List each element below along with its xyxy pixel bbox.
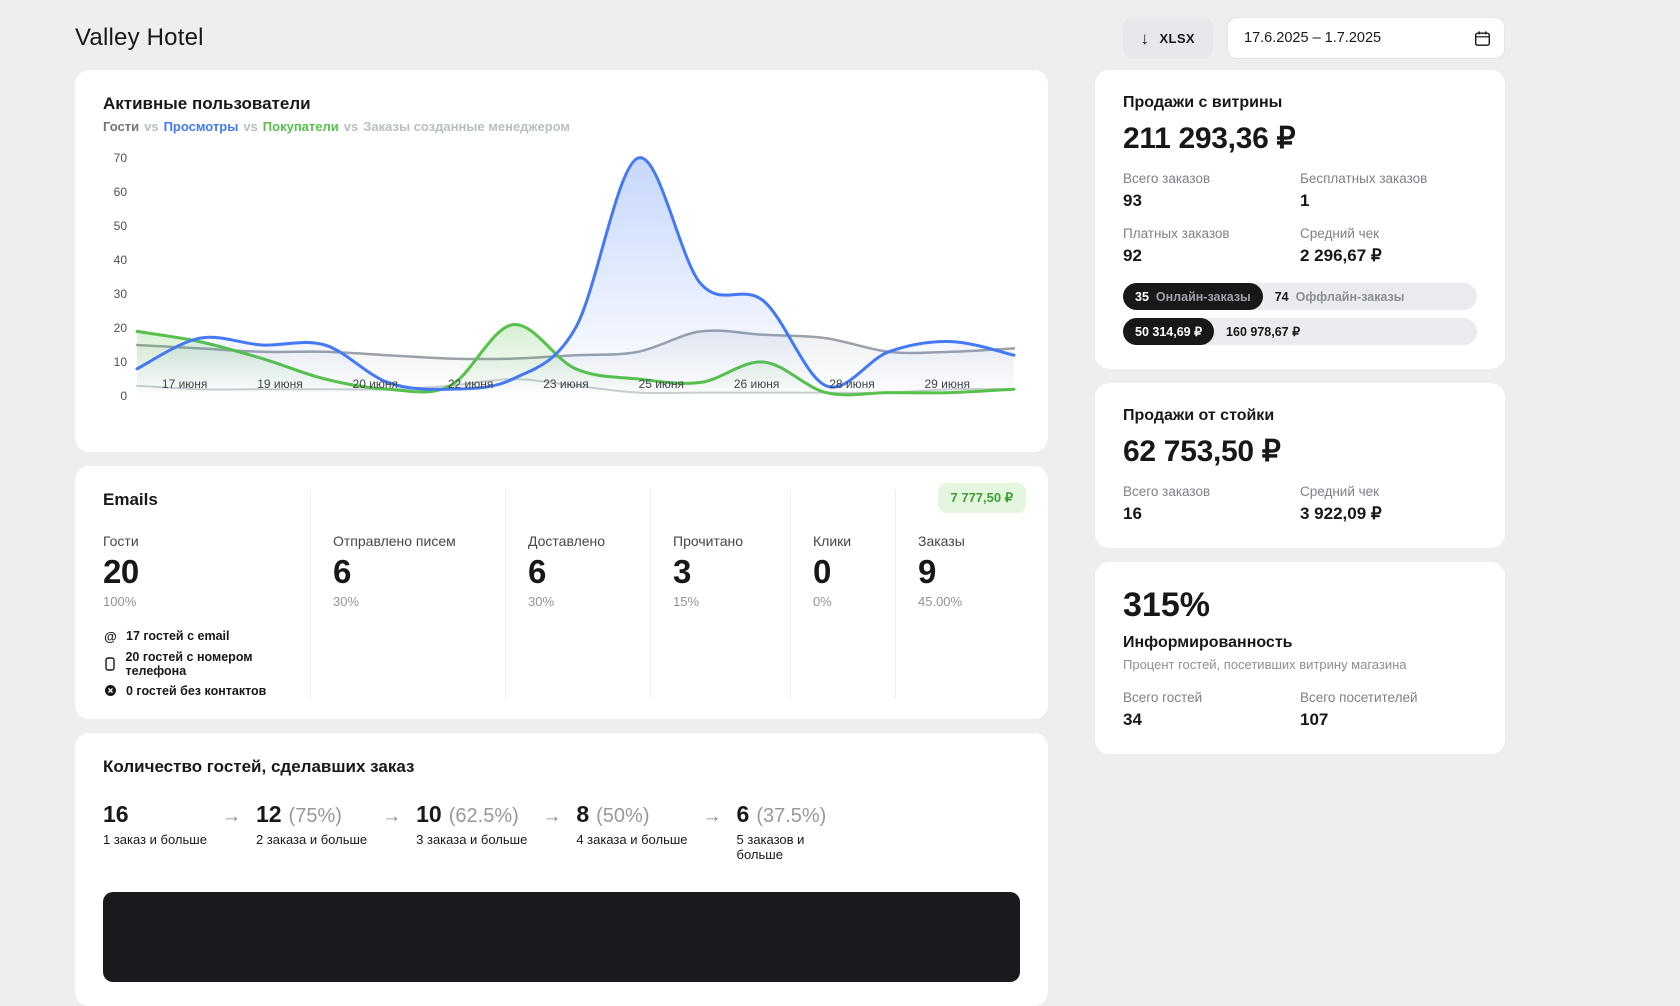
chart-legend: Гости vs Просмотры vs Покупатели vs Зака… [103,119,1020,134]
side-column: Продажи с витрины 211 293,36 ₽ Всего зак… [1095,70,1505,754]
contact-row-none: 0 гостей без контактов [103,684,310,698]
calendar-icon [1474,30,1491,47]
storefront-sales-total: 211 293,36 ₽ [1123,122,1296,155]
email-stat-read: Прочитано 3 15% [650,490,790,698]
download-icon: ↓ [1140,28,1150,48]
top-bar: Valley Hotel ↓ XLSX 17.6.2025 – 1.7.2025 [75,0,1505,70]
x-tick-label: 22 июня [448,377,494,391]
contact-row-email: @ 17 гостей с email [104,628,230,644]
top-controls: ↓ XLSX 17.6.2025 – 1.7.2025 [1122,17,1505,59]
y-tick-label: 30 [114,287,128,301]
x-tick-label: 29 июня [925,377,971,391]
contact-row-phone: 20 гостей с номером телефона [103,650,310,678]
x-tick-label: 28 июня [829,377,875,391]
x-tick-label: 26 июня [734,377,780,391]
storefront-sales-card: Продажи с витрины 211 293,36 ₽ Всего зак… [1095,70,1505,369]
date-range-text: 17.6.2025 – 1.7.2025 [1244,30,1382,46]
email-stat-sent: Отправлено писем 6 30% [310,490,505,698]
arrow-right-icon: → [702,806,722,827]
desk-sales-card: Продажи от стойки 62 753,50 ₽ Всего зака… [1095,383,1505,548]
x-tick-label: 25 июня [639,377,685,391]
no-contact-icon [103,684,118,697]
legend-vs: vs [343,119,359,134]
arrow-right-icon: → [221,806,241,827]
page-title: Valley Hotel [75,24,204,51]
emails-card: 7 777,50 ₽ Emails Гости 20 100% @ 17 гос… [75,466,1048,719]
y-tick-label: 20 [114,321,128,335]
funnel-step-3: 10 (62.5%) 3 заказа и больше [416,801,528,848]
awareness-card: 315% Информированность Процент гостей, п… [1095,562,1505,754]
emails-stats: Emails Гости 20 100% @ 17 гостей с email [103,490,1020,698]
funnel-step-2: 12 (75%) 2 заказа и больше [255,801,368,848]
stat-total-visitors: Всего посетителей 107 [1300,690,1418,729]
y-tick-label: 50 [114,219,128,233]
legend-buyers: Покупатели [262,119,339,134]
funnel-step-1: 16 1 заказ и больше [103,801,207,848]
chart-area-views [137,157,1014,396]
legend-vs: vs [243,119,258,134]
legend-vs: vs [144,119,159,134]
online-orders-pill: 35 Онлайн-заказы [1123,283,1263,310]
legend-manager-orders: Заказы созданные менеджером [363,119,571,134]
stat-total-orders: Всего заказов 93 [1123,171,1211,210]
x-tick-label: 20 июня [353,377,399,391]
online-revenue-pill: 50 314,69 ₽ [1123,318,1215,345]
email-stat-guests: Emails Гости 20 100% @ 17 гостей с email [103,490,310,698]
storefront-sales-stats: Всего заказов 93 Бесплатных заказов 1 Пл… [1123,171,1477,266]
x-tick-label: 23 июня [543,377,589,391]
funnel-detail-bar [103,892,1020,982]
email-stat-orders: Заказы 9 45.00% [895,490,1020,698]
offline-revenue-segment: 160 978,67 ₽ [1226,325,1301,339]
desk-sales-stats: Всего заказов 16 Средний чек 3 922,09 ₽ [1123,484,1477,524]
awareness-title: Информированность [1123,634,1293,651]
guest-orders-card: Количество гостей, сделавших заказ 16 1 … [75,733,1048,1006]
date-range-picker[interactable]: 17.6.2025 – 1.7.2025 [1227,17,1505,59]
dashboard-page: Valley Hotel ↓ XLSX 17.6.2025 – 1.7.2025 [75,0,1505,1006]
desk-sales-total: 62 753,50 ₽ [1123,435,1281,468]
awareness-stats: Всего гостей 34 Всего посетителей 107 [1123,690,1477,730]
xlsx-export-button[interactable]: ↓ XLSX [1122,17,1213,59]
emails-title: Emails [103,490,158,509]
contacts-summary: @ 17 гостей с email 20 гостей с номером … [103,629,310,698]
x-tick-label: 17 июня [162,377,208,391]
phone-icon [103,656,117,671]
orders-revenue-split: 50 314,69 ₽ 160 978,67 ₽ [1123,318,1477,345]
y-tick-label: 40 [114,253,128,267]
emails-revenue-badge: 7 777,50 ₽ [937,483,1026,513]
active-users-title: Активные пользователи [103,94,311,113]
orders-funnel: 16 1 заказ и больше → 12 (75%) 2 заказа и… [103,801,1020,863]
guest-orders-title: Количество гостей, сделавших заказ [103,757,415,776]
email-stat-delivered: Доставлено 6 30% [505,490,650,698]
stat-paid-orders: Платных заказов 92 [1123,226,1230,265]
active-users-chart[interactable]: 0 10 20 30 40 50 60 70 17 июня 19 июня 20 июня 22 и… [103,146,1020,422]
stat-avg-check: Средний чек 2 296,67 ₽ [1300,226,1382,265]
awareness-value: 315% [1123,586,1210,624]
orders-split-bars: 35 Онлайн-заказы 74 Оффлайн-заказы 50 31… [1123,283,1477,345]
email-icon: @ [104,628,117,644]
y-tick-label: 70 [114,151,128,165]
xlsx-export-label: XLSX [1159,30,1195,46]
stat-total-orders: Всего заказов 16 [1123,484,1211,523]
desk-sales-title: Продажи от стойки [1123,407,1275,424]
awareness-description: Процент гостей, посетивших витрину магаз… [1123,657,1407,672]
storefront-sales-title: Продажи с витрины [1123,94,1283,111]
offline-orders-segment: 74 Оффлайн-заказы [1274,289,1405,304]
legend-guests: Гости [103,119,140,134]
stat-avg-check: Средний чек 3 922,09 ₽ [1300,484,1382,523]
orders-count-split: 35 Онлайн-заказы 74 Оффлайн-заказы [1123,283,1477,310]
active-users-card: Активные пользователи Гости vs Просмотры… [75,70,1048,452]
email-stat-clicks: Клики 0 0% [790,490,895,698]
arrow-right-icon: → [542,806,562,827]
y-tick-label: 10 [114,355,128,369]
funnel-step-4: 8 (50%) 4 заказа и больше [576,801,688,848]
legend-views: Просмотры [163,119,239,134]
main-column: Активные пользователи Гости vs Просмотры… [75,70,1048,1006]
x-tick-label: 19 июня [257,377,303,391]
funnel-step-5: 6 (37.5%) 5 заказов и больше [736,801,827,863]
arrow-right-icon: → [382,806,402,827]
stat-free-orders: Бесплатных заказов 1 [1300,171,1428,210]
y-tick-label: 60 [114,185,128,199]
y-tick-label: 0 [120,389,127,403]
stat-total-guests: Всего гостей 34 [1123,690,1203,729]
